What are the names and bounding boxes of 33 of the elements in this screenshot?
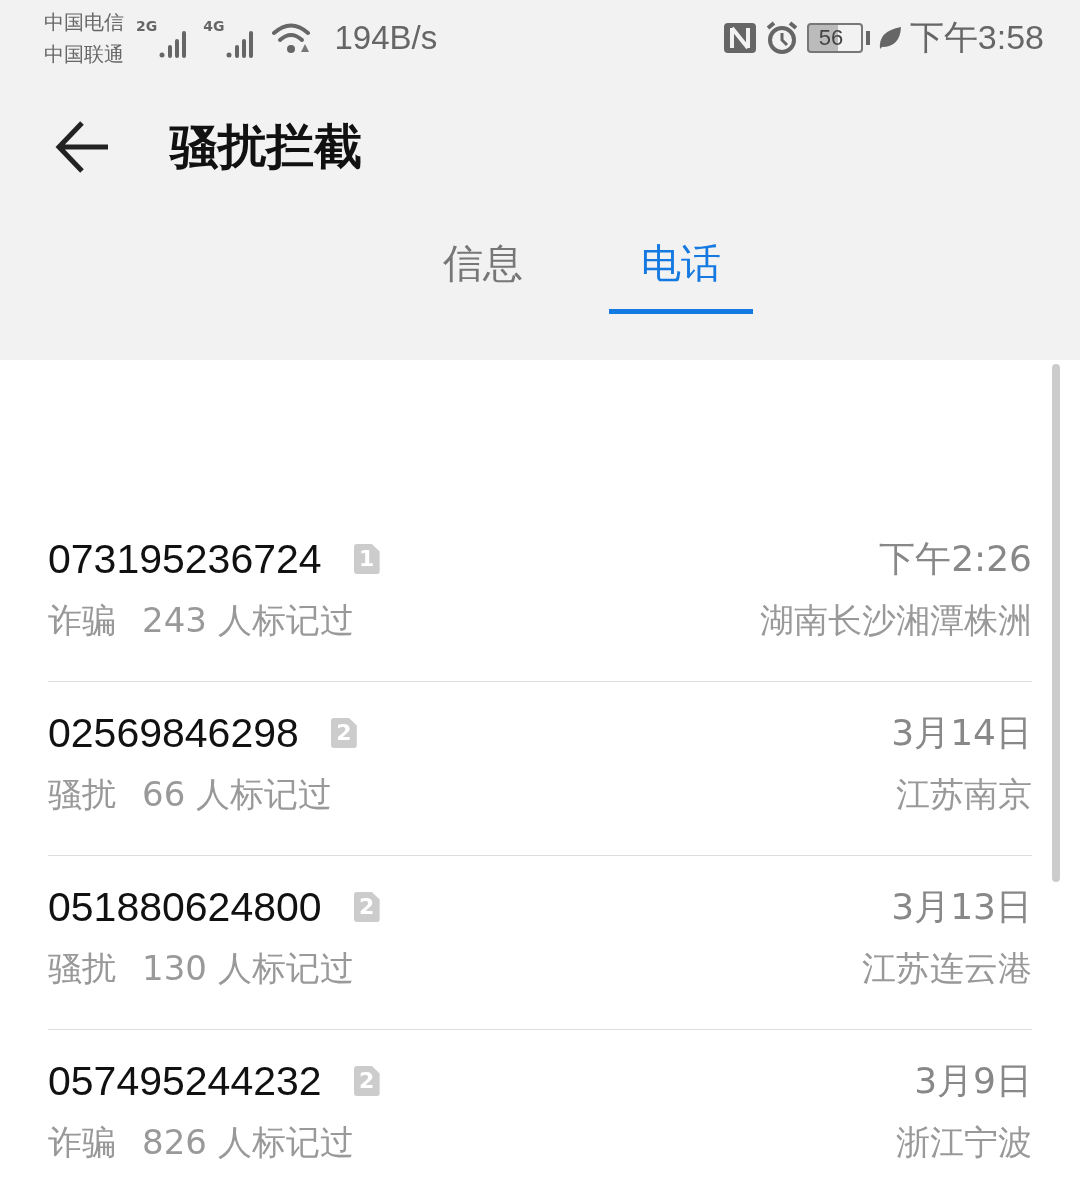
mark-count: 243 人标记过 (142, 599, 354, 642)
call-time: 3月9日 (914, 1058, 1032, 1103)
mark-count: 66 人标记过 (142, 773, 333, 816)
call-location: 湖南长沙湘潭株洲 (760, 599, 1032, 642)
phone-number: 051880624800 (48, 883, 322, 931)
spam-tag: 骚扰 (48, 772, 116, 818)
phone-number: 073195236724 (48, 535, 322, 583)
nfc-icon (722, 22, 757, 54)
network-type-label: 4G (203, 18, 225, 34)
call-time: 3月14日 (891, 710, 1032, 755)
page-title: 骚扰拦截 (170, 117, 362, 176)
tab[interactable]: 电话 (609, 222, 753, 314)
tab[interactable]: 信息 (411, 222, 555, 314)
wifi-icon (272, 22, 313, 54)
mark-count: 130 人标记过 (142, 947, 354, 990)
call-location: 江苏南京 (896, 773, 1032, 816)
clock-time: 下午3:58 (909, 17, 1044, 58)
network-speed: 194B/s (334, 19, 438, 57)
leaf-icon (877, 25, 902, 51)
spam-tag: 骚扰 (48, 946, 116, 992)
carrier-name: 中国电信 (44, 9, 124, 36)
spam-tag: 诈骗 (48, 1120, 116, 1166)
call-time: 下午2:26 (879, 536, 1032, 581)
phone-number: 02569846298 (48, 709, 299, 757)
call-time: 3月13日 (891, 884, 1032, 929)
spam-tag: 诈骗 (48, 598, 116, 644)
call-location: 江苏连云港 (862, 947, 1032, 990)
carrier-name: 中国联通 (44, 41, 124, 68)
network-type-label: 2G (136, 18, 158, 34)
call-location: 浙江宁波 (896, 1121, 1032, 1164)
phone-number: 057495244232 (48, 1057, 322, 1105)
mark-count: 826 人标记过 (142, 1121, 354, 1164)
alarm-icon (764, 21, 799, 55)
